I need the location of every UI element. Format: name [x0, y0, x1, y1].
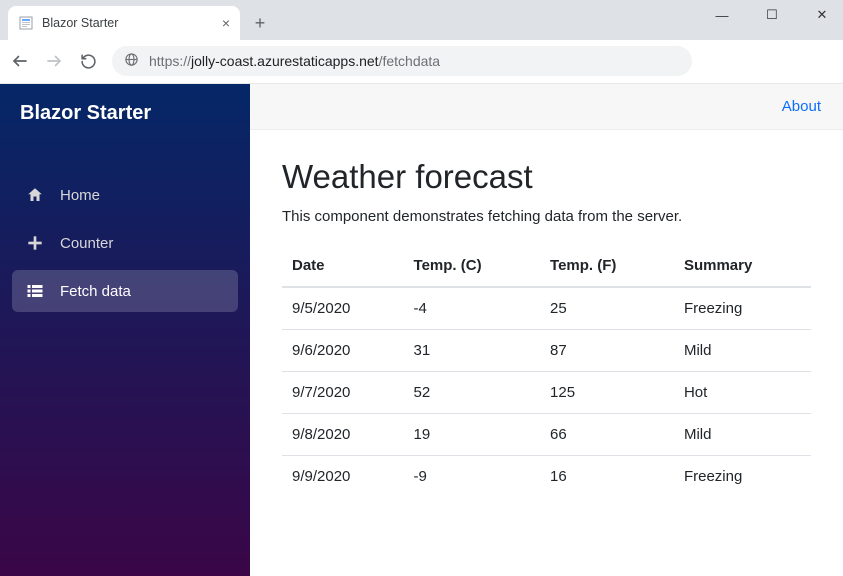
cell-date: 9/9/2020: [282, 456, 404, 498]
sidebar: Blazor Starter Home Counter Fetch data: [0, 84, 250, 576]
cell-temp-f: 125: [540, 372, 674, 414]
cell-summary: Hot: [674, 372, 811, 414]
maximize-button[interactable]: ☐: [757, 7, 787, 23]
table-row: 9/8/2020 19 66 Mild: [282, 414, 811, 456]
forward-button[interactable]: [44, 51, 64, 71]
cell-temp-c: 52: [404, 372, 541, 414]
close-window-button[interactable]: ✕: [807, 7, 837, 23]
sidebar-item-label: Home: [60, 187, 100, 204]
page-description: This component demonstrates fetching dat…: [282, 208, 811, 225]
sidebar-nav: Home Counter Fetch data: [0, 160, 250, 326]
cell-date: 9/5/2020: [282, 287, 404, 330]
url-text: https://jolly-coast.azurestaticapps.net/…: [149, 53, 440, 69]
cell-temp-f: 87: [540, 330, 674, 372]
site-info-icon[interactable]: [124, 52, 139, 70]
cell-summary: Freezing: [674, 287, 811, 330]
table-row: 9/5/2020 -4 25 Freezing: [282, 287, 811, 330]
cell-summary: Mild: [674, 414, 811, 456]
url-scheme: https://: [149, 53, 191, 69]
col-temp-f: Temp. (F): [540, 245, 674, 287]
col-date: Date: [282, 245, 404, 287]
table-row: 9/9/2020 -9 16 Freezing: [282, 456, 811, 498]
forecast-table: Date Temp. (C) Temp. (F) Summary 9/5/202…: [282, 245, 811, 497]
page-body: Weather forecast This component demonstr…: [250, 130, 843, 525]
col-temp-c: Temp. (C): [404, 245, 541, 287]
cell-summary: Freezing: [674, 456, 811, 498]
cell-temp-f: 16: [540, 456, 674, 498]
back-button[interactable]: [10, 51, 30, 71]
col-summary: Summary: [674, 245, 811, 287]
cell-summary: Mild: [674, 330, 811, 372]
sidebar-item-home[interactable]: Home: [12, 174, 238, 216]
about-link[interactable]: About: [782, 98, 821, 115]
cell-temp-c: -9: [404, 456, 541, 498]
close-tab-icon[interactable]: ×: [222, 15, 230, 31]
table-row: 9/6/2020 31 87 Mild: [282, 330, 811, 372]
minimize-button[interactable]: —: [707, 8, 737, 23]
home-icon: [26, 186, 44, 204]
address-bar[interactable]: https://jolly-coast.azurestaticapps.net/…: [112, 46, 692, 76]
table-row: 9/7/2020 52 125 Hot: [282, 372, 811, 414]
browser-tab-title: Blazor Starter: [42, 16, 214, 30]
cell-temp-f: 66: [540, 414, 674, 456]
page-title: Weather forecast: [282, 158, 811, 196]
cell-date: 9/8/2020: [282, 414, 404, 456]
page-favicon-icon: [18, 15, 34, 31]
list-icon: [26, 282, 44, 300]
url-path: /fetchdata: [379, 53, 441, 69]
url-host: jolly-coast.azurestaticapps.net: [191, 53, 379, 69]
sidebar-item-counter[interactable]: Counter: [12, 222, 238, 264]
sidebar-item-fetch-data[interactable]: Fetch data: [12, 270, 238, 312]
sidebar-item-label: Fetch data: [60, 283, 131, 300]
cell-date: 9/6/2020: [282, 330, 404, 372]
topbar: About: [250, 84, 843, 130]
cell-temp-c: -4: [404, 287, 541, 330]
browser-toolbar: https://jolly-coast.azurestaticapps.net/…: [0, 40, 843, 83]
new-tab-button[interactable]: +: [246, 10, 274, 38]
window-controls: — ☐ ✕: [707, 0, 837, 30]
reload-button[interactable]: [78, 51, 98, 71]
cell-date: 9/7/2020: [282, 372, 404, 414]
brand-title[interactable]: Blazor Starter: [0, 84, 250, 146]
browser-tab[interactable]: Blazor Starter ×: [8, 6, 240, 40]
tab-strip: Blazor Starter × + — ☐ ✕: [0, 0, 843, 40]
sidebar-item-label: Counter: [60, 235, 113, 252]
cell-temp-c: 19: [404, 414, 541, 456]
content-area: About Weather forecast This component de…: [250, 84, 843, 576]
plus-icon: [26, 234, 44, 252]
table-header-row: Date Temp. (C) Temp. (F) Summary: [282, 245, 811, 287]
cell-temp-f: 25: [540, 287, 674, 330]
browser-chrome: Blazor Starter × + — ☐ ✕ https://jolly-c…: [0, 0, 843, 84]
cell-temp-c: 31: [404, 330, 541, 372]
app-root: Blazor Starter Home Counter Fetch data: [0, 84, 843, 576]
